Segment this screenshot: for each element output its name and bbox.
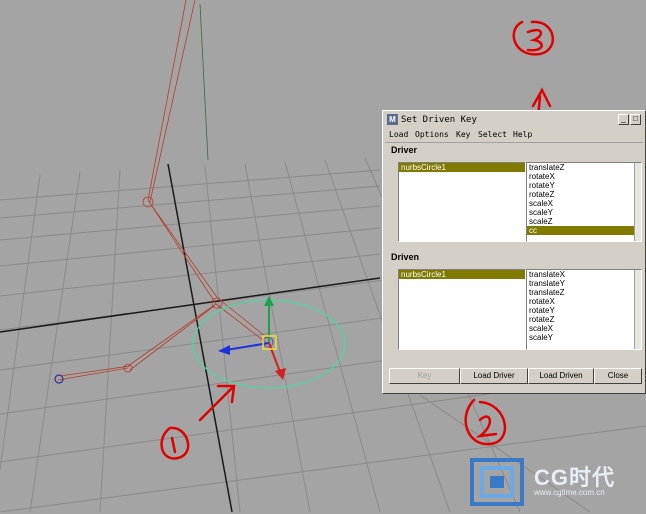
list-item-selected[interactable]: cc — [527, 226, 641, 235]
menubar: Load Options Key Select Help — [385, 128, 643, 143]
list-item[interactable]: rotateX — [527, 297, 641, 306]
driven-object-item[interactable]: nurbsCircle1 — [399, 270, 525, 279]
list-item[interactable]: rotateX — [527, 172, 641, 181]
menu-options[interactable]: Options — [415, 129, 449, 141]
close-button[interactable]: Close — [594, 368, 642, 384]
list-item[interactable]: rotateZ — [527, 190, 641, 199]
titlebar[interactable]: M Set Driven Key _ □ — [385, 113, 643, 127]
scrollbar[interactable] — [634, 270, 641, 349]
window-title: Set Driven Key — [401, 115, 477, 125]
driver-object-item[interactable]: nurbsCircle1 — [399, 163, 525, 172]
list-item[interactable]: translateY — [527, 279, 641, 288]
list-item[interactable]: scaleZ — [527, 217, 641, 226]
list-item[interactable]: scaleY — [527, 208, 641, 217]
load-driver-button[interactable]: Load Driver — [460, 368, 528, 384]
menu-select[interactable]: Select — [478, 129, 507, 141]
watermark-logo: CG时代 www.cgtime.com.cn — [470, 456, 646, 512]
maya-icon: M — [387, 114, 398, 125]
driven-object-list[interactable]: nurbsCircle1 — [398, 269, 526, 350]
minimize-button[interactable]: _ — [618, 114, 629, 125]
watermark-url: www.cgtime.com.cn — [534, 488, 605, 497]
list-item[interactable]: rotateZ — [527, 315, 641, 324]
list-item[interactable]: translateX — [527, 270, 641, 279]
driver-label: Driver — [391, 145, 418, 155]
list-item[interactable]: scaleY — [527, 333, 641, 342]
annotation-1 — [160, 384, 236, 460]
menu-key[interactable]: Key — [456, 129, 470, 141]
list-item[interactable]: scaleX — [527, 324, 641, 333]
driven-label: Driven — [391, 252, 420, 262]
key-button[interactable]: Key — [389, 368, 460, 384]
driven-attribute-list[interactable]: translateX translateY translateZ rotateX… — [526, 269, 642, 350]
menu-help[interactable]: Help — [513, 129, 532, 141]
cg-logo-icon — [470, 458, 524, 506]
list-item[interactable]: rotateY — [527, 306, 641, 315]
set-driven-key-window: M Set Driven Key _ □ Load Options Key Se… — [382, 110, 646, 394]
grid-axes — [0, 163, 381, 512]
maximize-button[interactable]: □ — [630, 114, 641, 125]
driver-attribute-list[interactable]: translateZ rotateX rotateY rotateZ scale… — [526, 162, 642, 242]
list-item[interactable]: translateZ — [527, 288, 641, 297]
menu-load[interactable]: Load — [389, 129, 408, 141]
move-manipulator[interactable] — [218, 296, 286, 380]
scrollbar[interactable] — [634, 163, 641, 241]
list-item[interactable]: rotateY — [527, 181, 641, 190]
driver-object-list[interactable]: nurbsCircle1 — [398, 162, 526, 242]
joint-chain[interactable] — [57, 0, 274, 381]
load-driven-button[interactable]: Load Driven — [528, 368, 594, 384]
list-item[interactable]: translateZ — [527, 163, 641, 172]
list-item[interactable]: scaleX — [527, 199, 641, 208]
